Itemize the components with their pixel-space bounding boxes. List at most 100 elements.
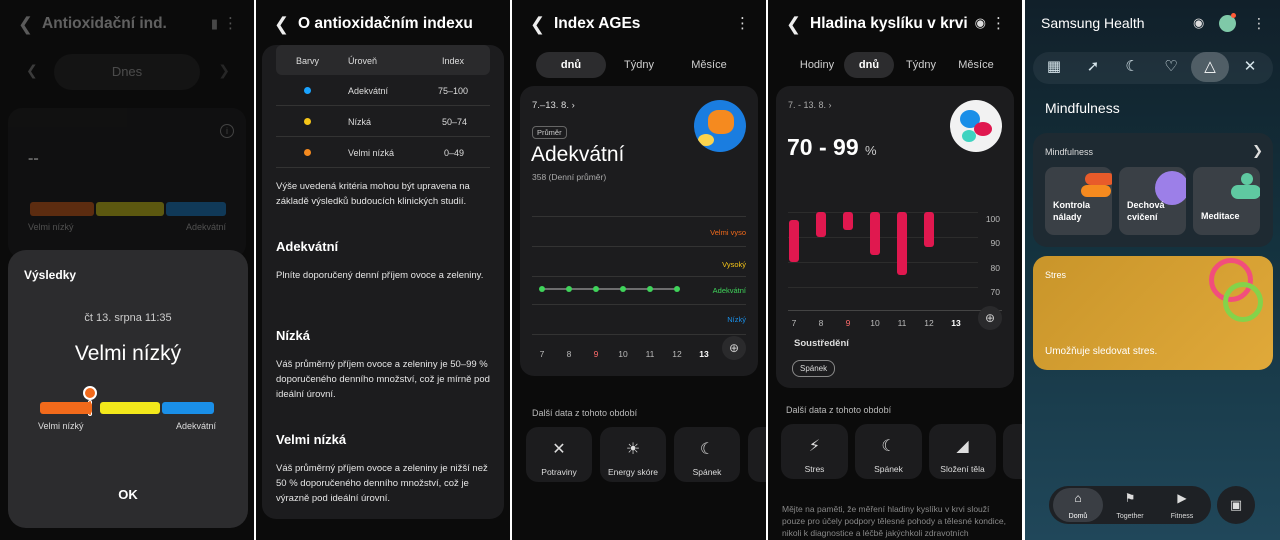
- dashboard-icon[interactable]: ▦: [1035, 52, 1073, 82]
- dialog-left-label: Velmi nízký: [38, 421, 84, 431]
- x-tick: 8: [818, 318, 824, 328]
- tab-weeks[interactable]: Týdny: [896, 52, 946, 78]
- ages-point: [674, 286, 680, 292]
- watch-icon[interactable]: ◉: [975, 15, 986, 31]
- more-options-icon[interactable]: ⋮: [991, 14, 1006, 32]
- oxygen-range-bar[interactable]: [789, 219, 799, 262]
- dialog-scale-blue: [162, 402, 214, 414]
- tile-sleep[interactable]: ☾ Spánek: [674, 427, 740, 482]
- x-tick: 8: [566, 349, 572, 359]
- color-swatch: [304, 118, 311, 125]
- antioxidant-index-screen: ❮ Antioxidační ind. ▮ ⋮ ❮ Dnes ❯ i -- Ve…: [0, 0, 254, 540]
- stress-card[interactable]: Stres Umožňuje sledovat stres.: [1033, 256, 1273, 370]
- flag-icon: ⚑: [1124, 491, 1136, 505]
- info-icon[interactable]: i: [220, 124, 234, 138]
- more-options-icon[interactable]: ⋮: [1252, 15, 1266, 32]
- oxygen-range-bar[interactable]: [816, 212, 826, 237]
- scan-button[interactable]: ▣: [1217, 486, 1255, 524]
- tab-weeks[interactable]: Týdny: [608, 52, 670, 78]
- grid-line: [788, 262, 978, 263]
- tab-months[interactable]: Měsíce: [948, 52, 1004, 78]
- tile-stress[interactable]: ⚡ Stres: [781, 424, 848, 479]
- breathing-tile[interactable]: Dechová cvičení: [1119, 167, 1186, 235]
- nav-home[interactable]: ⌂ Domů: [1053, 488, 1103, 522]
- watch-icon[interactable]: ◉: [1193, 15, 1204, 31]
- back-arrow-icon[interactable]: ❮: [530, 14, 545, 35]
- heart-icon[interactable]: ♡: [1152, 52, 1190, 82]
- oxygen-range-bar[interactable]: [897, 212, 907, 275]
- activity-icon[interactable]: ➚: [1074, 52, 1112, 82]
- back-arrow-icon[interactable]: ❮: [274, 14, 289, 35]
- table-row: Velmi nízká 0–49: [276, 137, 490, 168]
- tile-partial[interactable]: [748, 427, 766, 482]
- tab-days[interactable]: dnů: [844, 52, 894, 78]
- next-date-icon[interactable]: ❯: [218, 62, 230, 79]
- nav-fitness[interactable]: ▶ Fitness: [1157, 488, 1207, 522]
- scale-yellow: [96, 202, 164, 216]
- ok-button[interactable]: OK: [8, 487, 248, 502]
- grid-line: [788, 237, 978, 238]
- chart-icon[interactable]: ▮: [211, 16, 218, 32]
- more-options-icon[interactable]: ⋮: [735, 14, 750, 32]
- scale-left-label: Velmi nízký: [28, 222, 74, 232]
- back-arrow-icon[interactable]: ❮: [18, 14, 33, 35]
- ages-point: [647, 286, 653, 292]
- oxygen-range-bar[interactable]: [924, 212, 934, 247]
- tile-body-composition[interactable]: ◢ Složení těla: [929, 424, 996, 479]
- oxygen-range-bar[interactable]: [870, 212, 880, 255]
- tile-energy[interactable]: ☀ Energy skóre: [600, 427, 666, 482]
- mood-check-tile[interactable]: Kontrola nálady: [1045, 167, 1112, 235]
- prev-date-icon[interactable]: ❮: [26, 62, 38, 79]
- mindfulness-icon[interactable]: △: [1191, 52, 1229, 82]
- y-tick: 70: [990, 287, 1000, 297]
- chevron-right-icon[interactable]: ❯: [1252, 143, 1263, 159]
- date-range[interactable]: 7. - 13. 8. ›: [788, 100, 832, 110]
- x-tick: 7: [791, 318, 797, 328]
- x-tick: 7: [539, 349, 545, 359]
- tab-hours[interactable]: Hodiny: [790, 52, 844, 78]
- about-antioxidant-screen: ❮ O antioxidačním indexu Barvy Úroveň In…: [256, 0, 510, 540]
- marker-pin-icon: [83, 386, 97, 400]
- back-arrow-icon[interactable]: ❮: [786, 14, 801, 35]
- table-row: Adekvátní 75–100: [276, 75, 490, 106]
- section-heading-adequate: Adekvátní: [276, 239, 339, 254]
- index-cell: 75–100: [438, 86, 469, 96]
- x-tick: 9: [593, 349, 599, 359]
- ages-point: [620, 286, 626, 292]
- tab-months[interactable]: Měsíce: [678, 52, 740, 78]
- sleep-icon[interactable]: ☾: [1113, 52, 1151, 82]
- sleep-chip[interactable]: Spánek: [792, 360, 836, 377]
- period-tabs: Hodiny dnů Týdny Měsíce: [768, 52, 1022, 78]
- table-header-level: Úroveň: [348, 56, 378, 66]
- dialog-result: Velmi nízký: [74, 342, 182, 365]
- more-options-icon[interactable]: ⋮: [223, 14, 238, 32]
- dialog-right-label: Adekvátní: [175, 421, 216, 431]
- table-row: Nízká 50–74: [276, 106, 490, 137]
- x-tick: 13: [699, 349, 709, 359]
- stress-title: Stres: [1045, 270, 1067, 280]
- nav-label: Domů: [1068, 513, 1088, 520]
- meditation-tile[interactable]: Meditace: [1193, 167, 1260, 235]
- index-cell: 50–74: [442, 117, 468, 127]
- zoom-icon[interactable]: ⊕: [722, 336, 746, 360]
- moon-icon: ☾: [881, 438, 896, 455]
- scale-right-label: Adekvátní: [185, 222, 226, 232]
- section-heading-very-low: Velmi nízká: [276, 432, 347, 447]
- notification-dot: [1231, 13, 1236, 18]
- card-title: Mindfulness: [1045, 147, 1094, 157]
- date-tab[interactable]: Dnes: [54, 54, 200, 90]
- play-icon: ▶: [1177, 491, 1187, 505]
- tile-partial[interactable]: [1003, 424, 1022, 479]
- tile-sleep[interactable]: ☾ Spánek: [855, 424, 922, 479]
- nav-label: Together: [1116, 513, 1144, 520]
- tab-days[interactable]: dnů: [536, 52, 606, 78]
- tile-food[interactable]: ✕ Potraviny: [526, 427, 592, 482]
- nav-together[interactable]: ⚑ Together: [1105, 488, 1155, 522]
- app-title: Samsung Health: [1041, 15, 1145, 31]
- nutrition-icon[interactable]: ✕: [1231, 52, 1269, 82]
- oxygen-range-bar[interactable]: [843, 212, 853, 230]
- tile-label: Kontrola nálady: [1053, 200, 1090, 222]
- zoom-icon[interactable]: ⊕: [978, 306, 1002, 330]
- spiral-graphic-2: [1223, 282, 1263, 322]
- y-tick: 80: [990, 263, 1000, 273]
